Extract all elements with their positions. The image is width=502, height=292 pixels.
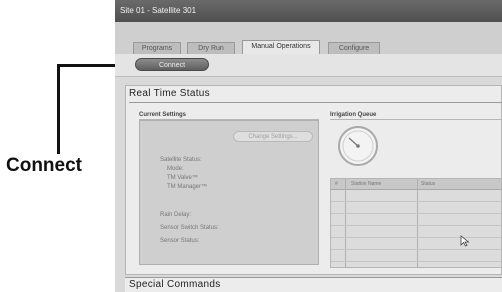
column-station-name: Station Name [351, 181, 382, 187]
tab-dry-run[interactable]: Dry Run [187, 42, 235, 54]
window-title: Site 01 - Satellite 301 [115, 0, 502, 22]
column-number: # [335, 181, 338, 187]
mode-label: Mode: [167, 166, 184, 172]
column-divider [345, 179, 346, 267]
callout-label: Connect [6, 155, 82, 176]
tab-manual-operations[interactable]: Manual Operations [242, 40, 320, 54]
rain-delay-label: Rain Delay: [160, 212, 192, 218]
satellite-status-label: Satellite Status: [160, 157, 202, 163]
table-row [331, 213, 501, 214]
tab-programs[interactable]: Programs [133, 42, 181, 54]
table-row [331, 249, 501, 250]
mouse-cursor-icon [460, 235, 470, 247]
connect-button[interactable]: Connect [135, 58, 209, 71]
column-status: Status [421, 181, 436, 187]
callout-line-vertical [57, 64, 60, 154]
column-divider [417, 179, 418, 267]
change-settings-button[interactable]: Change Settings... [233, 131, 313, 142]
table-row [331, 237, 501, 238]
tm-valve-label: TM Valve™ [167, 175, 198, 181]
irrigation-queue-table: # Station Name Status [330, 178, 502, 268]
special-commands-title: Special Commands [129, 279, 221, 290]
tab-configure[interactable]: Configure [328, 42, 380, 54]
tab-strip: Programs Dry Run Manual Operations Confi… [115, 22, 502, 54]
current-settings-heading: Current Settings [139, 112, 187, 118]
app-window: Site 01 - Satellite 301 Programs Dry Run… [115, 0, 502, 292]
sensor-switch-status-label: Sensor Switch Status: [160, 225, 219, 231]
toolbar: Connect [115, 54, 502, 77]
sensor-status-label: Sensor Status: [160, 238, 200, 244]
table-row [331, 225, 501, 226]
table-row [331, 201, 501, 202]
flow-gauge-icon [338, 126, 378, 166]
irrigation-queue-divider [330, 119, 502, 120]
section-divider [129, 102, 502, 103]
irrigation-queue-heading: Irrigation Queue [330, 112, 377, 118]
real-time-status-title: Real Time Status [129, 88, 210, 99]
table-row [331, 261, 501, 262]
tm-manager-label: TM Manager™ [167, 184, 208, 190]
